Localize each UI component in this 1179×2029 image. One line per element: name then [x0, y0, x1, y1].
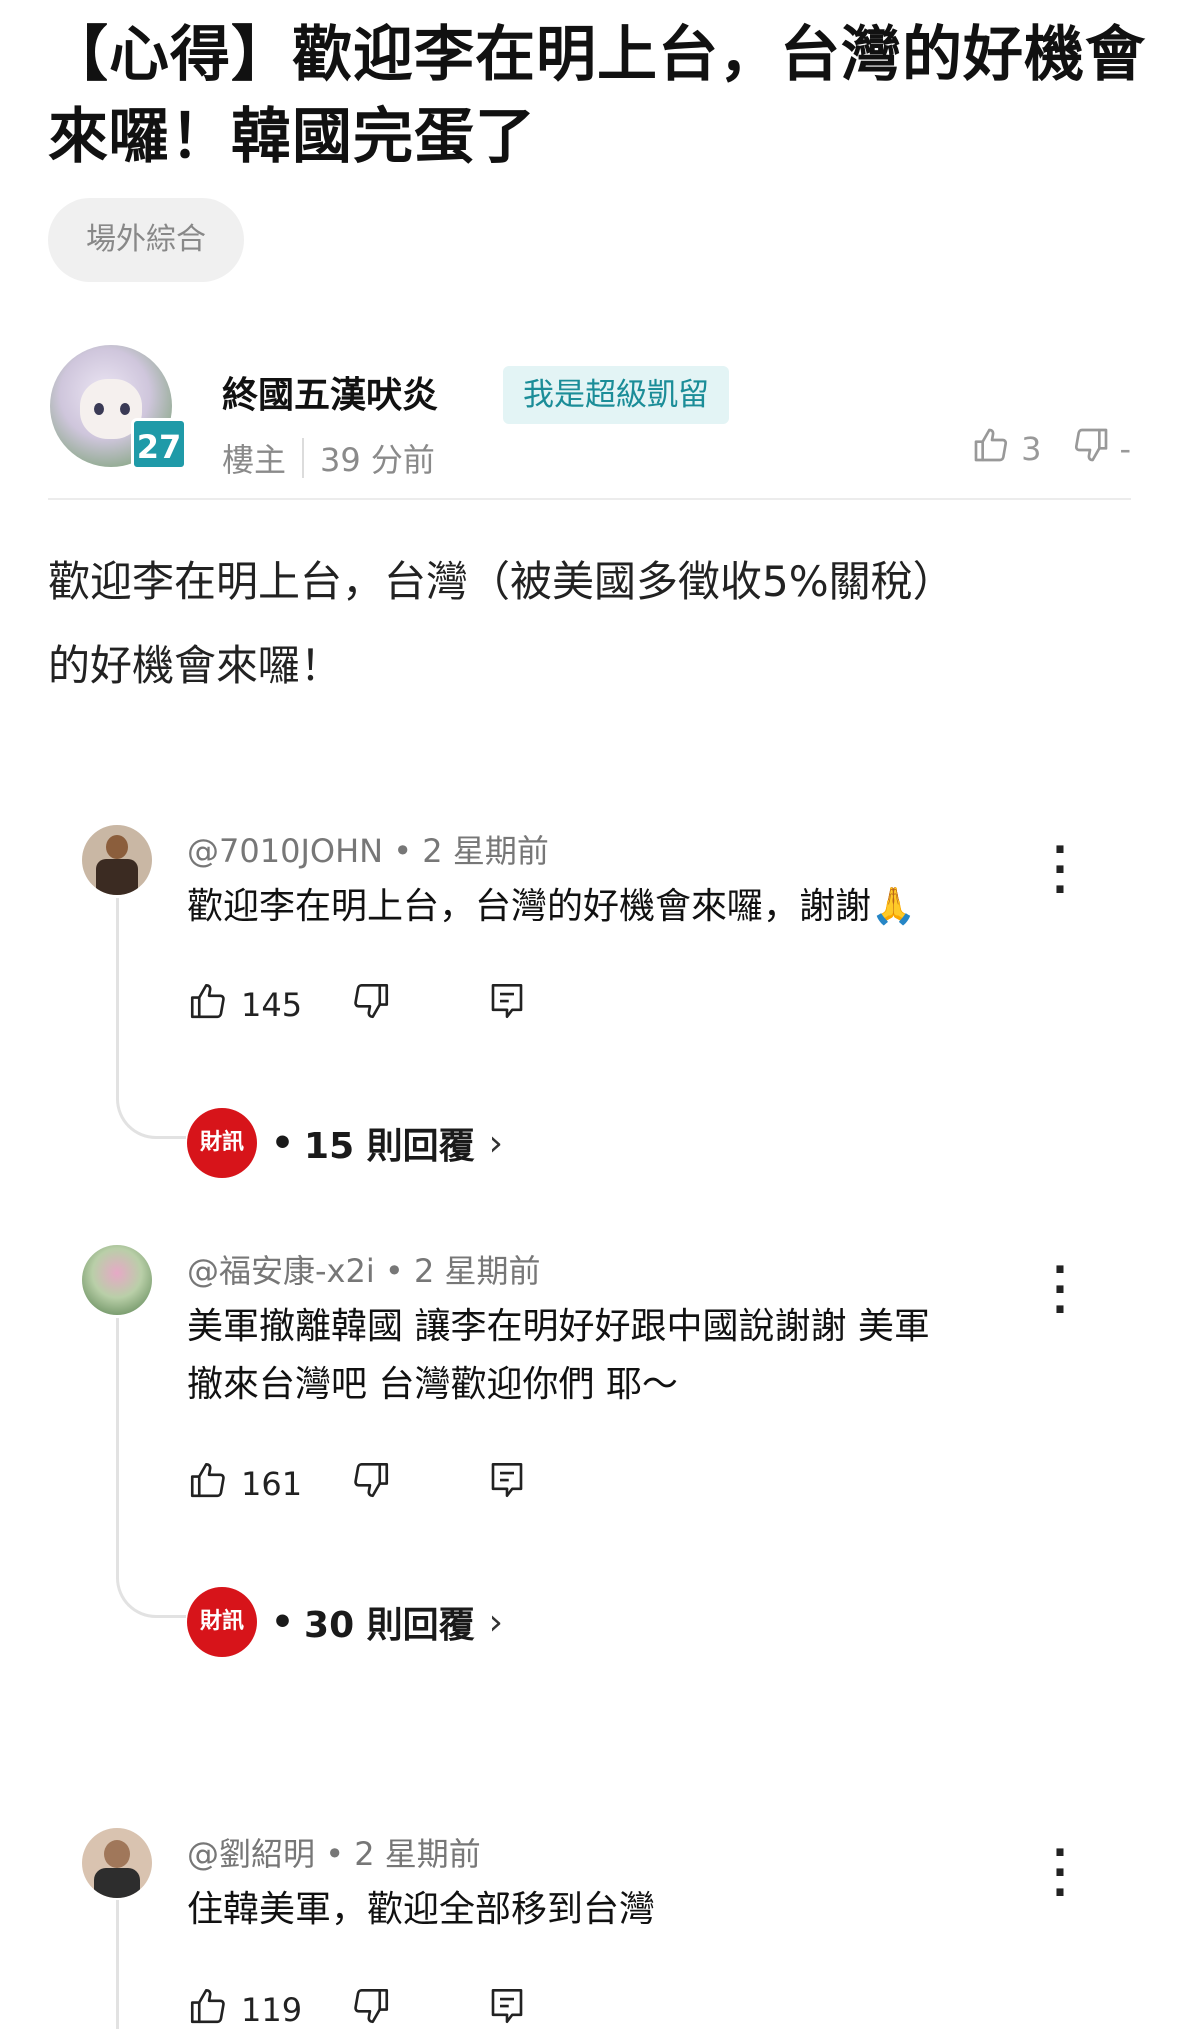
post-dislike-count: - — [1119, 430, 1131, 468]
comment-time: 2 星期前 — [422, 832, 549, 870]
comment-text: 美軍撤離韓國 讓李在明好好跟中國說謝謝 美軍 撤來台灣吧 台灣歡迎你們 耶～ — [187, 1298, 1047, 1414]
divider — [48, 498, 1131, 500]
more-vertical-icon[interactable]: · · · — [1045, 830, 1075, 910]
post-title: 【心得】歡迎李在明上台，台灣的好機會來囉！韓國完蛋了 — [48, 20, 1146, 172]
thumbs-up-icon[interactable] — [187, 1985, 229, 2029]
more-vertical-icon[interactable]: · · · — [1045, 1250, 1075, 1330]
author-meta: 樓主 39 分前 — [222, 435, 435, 481]
comment-header: @劉紹明 • 2 星期前 — [187, 1829, 481, 1875]
dot-separator: • — [325, 1835, 345, 1873]
dot-separator: • — [271, 1601, 295, 1643]
reply-icon[interactable] — [486, 980, 528, 1030]
thumbs-down-icon[interactable] — [1071, 425, 1111, 473]
post-body-line: 的好機會來囉！ — [48, 641, 343, 690]
board-chip[interactable]: 場外綜合 — [48, 198, 244, 282]
comment-avatar[interactable] — [82, 825, 152, 895]
thumbs-up-icon[interactable] — [971, 425, 1011, 473]
dot-separator: • — [393, 832, 413, 870]
comment-header: @福安康-x2i • 2 星期前 — [187, 1246, 541, 1292]
reply-icon[interactable] — [486, 1985, 528, 2029]
comment-text: 住韓美軍，歡迎全部移到台灣 — [187, 1889, 656, 1930]
comment-actions: 161 — [187, 1459, 528, 1509]
post-time: 39 分前 — [320, 441, 435, 479]
thread-line — [116, 898, 119, 1093]
thumbs-down-icon[interactable] — [350, 1459, 392, 1509]
comment-actions: 145 — [187, 980, 528, 1030]
comment-text: 歡迎李在明上台，台灣的好機會來囉，謝謝🙏 — [187, 886, 916, 927]
title-badge: 我是超級凱留 — [503, 366, 729, 424]
reply-icon[interactable] — [486, 1459, 528, 1509]
thumbs-up-icon[interactable] — [187, 1459, 229, 1509]
comment-avatar[interactable] — [82, 1245, 152, 1315]
comment-text-line: 美軍撤離韓國 讓李在明好好跟中國說謝謝 美軍 — [187, 1306, 930, 1347]
channel-logo: 財訊 — [187, 1108, 257, 1178]
author-role: 樓主 — [222, 441, 287, 479]
post-votes: 3 - — [971, 425, 1131, 473]
comment-user[interactable]: @劉紹明 — [187, 1835, 315, 1873]
comment-avatar[interactable] — [82, 1828, 152, 1898]
comment-actions: 119 — [187, 1985, 528, 2029]
dot-separator: • — [384, 1252, 404, 1290]
thumbs-up-icon[interactable] — [187, 980, 229, 1030]
thread-line — [116, 1900, 119, 2029]
thumbs-down-icon[interactable] — [350, 1985, 392, 2029]
comment-user[interactable]: @福安康-x2i — [187, 1252, 375, 1290]
thread-curve — [116, 1572, 186, 1618]
post-like-count: 3 — [1021, 430, 1042, 468]
like-count: 145 — [241, 986, 303, 1024]
like-count: 119 — [241, 1991, 303, 2029]
comment-time: 2 星期前 — [413, 1252, 541, 1290]
thread-curve — [116, 1093, 186, 1139]
comment-time: 2 星期前 — [354, 1835, 481, 1873]
reply-count: 15 則回覆 — [304, 1126, 475, 1167]
post-body: 歡迎李在明上台，台灣（被美國多徵收5%關稅） 的好機會來囉！ — [48, 540, 1138, 708]
comment-header: @7010JOHN • 2 星期前 — [187, 826, 549, 872]
level-badge: 27 — [131, 418, 187, 470]
dot-separator: • — [271, 1122, 295, 1164]
chevron-right-icon: › — [488, 1122, 504, 1164]
chevron-right-icon: › — [488, 1601, 504, 1643]
view-replies-button[interactable]: 財訊 • 30 則回覆 › — [187, 1587, 503, 1657]
author-name[interactable]: 終國五漢吠炎 — [222, 366, 438, 418]
comment-user[interactable]: @7010JOHN — [187, 832, 383, 870]
like-count: 161 — [241, 1465, 303, 1503]
more-vertical-icon[interactable]: · · · — [1045, 1833, 1075, 1913]
thread-line — [116, 1318, 119, 1572]
meta-divider — [302, 438, 305, 478]
view-replies-button[interactable]: 財訊 • 15 則回覆 › — [187, 1108, 503, 1178]
thumbs-down-icon[interactable] — [350, 980, 392, 1030]
channel-logo: 財訊 — [187, 1587, 257, 1657]
comment-text-line: 撤來台灣吧 台灣歡迎你們 耶～ — [187, 1364, 678, 1405]
post-body-line: 歡迎李在明上台，台灣（被美國多徵收5%關稅） — [48, 557, 955, 606]
reply-count: 30 則回覆 — [304, 1605, 475, 1646]
